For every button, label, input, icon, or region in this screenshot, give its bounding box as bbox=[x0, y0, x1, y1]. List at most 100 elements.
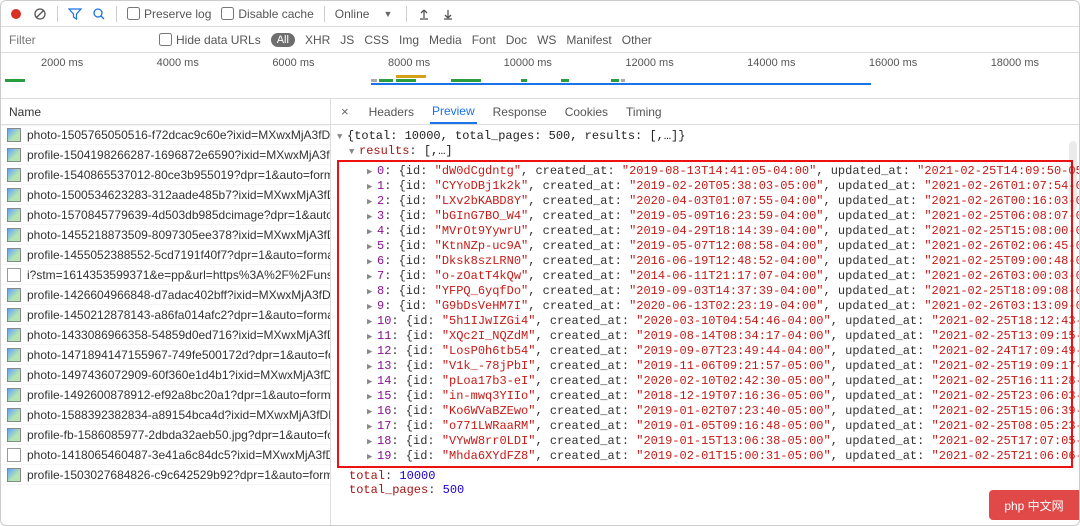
type-filter-media[interactable]: Media bbox=[429, 33, 462, 47]
block-icon[interactable] bbox=[33, 7, 47, 21]
tab-preview[interactable]: Preview bbox=[430, 100, 477, 124]
image-icon bbox=[7, 168, 21, 182]
image-icon bbox=[7, 408, 21, 422]
request-row[interactable]: profile-1540865537012-80ce3b955019?dpr=1… bbox=[1, 165, 330, 185]
tick: 10000 ms bbox=[504, 57, 552, 69]
disable-cache-checkbox[interactable]: Disable cache bbox=[221, 7, 313, 21]
watermark-badge: php 中文网 bbox=[989, 490, 1079, 520]
type-filter-doc[interactable]: Doc bbox=[506, 33, 527, 47]
request-name: photo-1433086966358-54859d0ed716?ixid=MX… bbox=[27, 328, 330, 342]
request-row[interactable]: photo-1500534623283-312aade485b7?ixid=MX… bbox=[1, 185, 330, 205]
disable-cache-label: Disable cache bbox=[238, 7, 313, 21]
tab-cookies[interactable]: Cookies bbox=[563, 101, 610, 123]
tick: 6000 ms bbox=[272, 57, 314, 69]
type-filter-js[interactable]: JS bbox=[340, 33, 354, 47]
request-name: profile-1450212878143-a86fa014afc2?dpr=1… bbox=[27, 308, 330, 322]
request-row[interactable]: photo-1455218873509-8097305ee378?ixid=MX… bbox=[1, 225, 330, 245]
detail-panel: × Headers Preview Response Cookies Timin… bbox=[331, 99, 1079, 525]
request-row[interactable]: photo-1418065460487-3e41a6c84dc5?ixid=MX… bbox=[1, 445, 330, 465]
tab-timing[interactable]: Timing bbox=[624, 101, 664, 123]
request-name: photo-1500534623283-312aade485b7?ixid=MX… bbox=[27, 188, 330, 202]
close-icon[interactable]: × bbox=[337, 104, 353, 119]
request-row[interactable]: photo-1433086966358-54859d0ed716?ixid=MX… bbox=[1, 325, 330, 345]
request-row[interactable]: profile-1426604966848-d7adac402bff?ixid=… bbox=[1, 285, 330, 305]
request-row[interactable]: profile-fb-1586085977-2dbda32aeb50.jpg?d… bbox=[1, 425, 330, 445]
type-filter-manifest[interactable]: Manifest bbox=[566, 33, 611, 47]
image-icon bbox=[7, 388, 21, 402]
chevron-down-icon[interactable]: ▼ bbox=[379, 9, 396, 19]
request-name: profile-1455052388552-5cd7191f40f7?dpr=1… bbox=[27, 248, 330, 262]
request-row[interactable]: profile-1492600878912-ef92a8bc20a1?dpr=1… bbox=[1, 385, 330, 405]
request-row[interactable]: profile-1455052388552-5cd7191f40f7?dpr=1… bbox=[1, 245, 330, 265]
request-row[interactable]: photo-1570845779639-4d503db985dcimage?dp… bbox=[1, 205, 330, 225]
request-row[interactable]: photo-1505765050516-f72dcac9c60e?ixid=MX… bbox=[1, 125, 330, 145]
type-filter-css[interactable]: CSS bbox=[364, 33, 389, 47]
search-icon[interactable] bbox=[92, 7, 106, 21]
type-filter-xhr[interactable]: XHR bbox=[305, 33, 330, 47]
image-icon bbox=[7, 248, 21, 262]
type-filter-font[interactable]: Font bbox=[472, 33, 496, 47]
request-row[interactable]: photo-1588392382834-a89154bca4d?ixid=MXw… bbox=[1, 405, 330, 425]
image-icon bbox=[7, 128, 21, 142]
upload-icon[interactable] bbox=[417, 7, 431, 21]
name-column-header[interactable]: Name bbox=[1, 99, 330, 125]
scrollbar[interactable] bbox=[1069, 141, 1077, 211]
preview-tree[interactable]: {total: 10000, total_pages: 500, results… bbox=[331, 125, 1079, 525]
request-list-panel: Name photo-1505765050516-f72dcac9c60e?ix… bbox=[1, 99, 331, 525]
request-name: profile-1540865537012-80ce3b955019?dpr=1… bbox=[27, 168, 330, 182]
type-filter-all[interactable]: All bbox=[271, 33, 295, 47]
image-icon bbox=[7, 348, 21, 362]
request-name: profile-1503027684826-c9c642529b92?dpr=1… bbox=[27, 468, 330, 482]
request-name: photo-1588392382834-a89154bca4d?ixid=MXw… bbox=[27, 408, 330, 422]
tick: 16000 ms bbox=[869, 57, 917, 69]
request-name: profile-1492600878912-ef92a8bc20a1?dpr=1… bbox=[27, 388, 330, 402]
separator bbox=[324, 6, 325, 22]
type-filter-list: XHR JS CSS Img Media Font Doc WS Manifes… bbox=[305, 33, 652, 47]
throttling-value: Online bbox=[335, 7, 370, 21]
request-name: photo-1455218873509-8097305ee378?ixid=MX… bbox=[27, 228, 330, 242]
request-list[interactable]: photo-1505765050516-f72dcac9c60e?ixid=MX… bbox=[1, 125, 330, 525]
tick: 18000 ms bbox=[991, 57, 1039, 69]
waterfall-overview[interactable]: 2000 ms 4000 ms 6000 ms 8000 ms 10000 ms… bbox=[1, 53, 1079, 99]
type-filter-ws[interactable]: WS bbox=[537, 33, 556, 47]
throttling-select[interactable]: Online bbox=[335, 7, 370, 21]
image-icon bbox=[7, 328, 21, 342]
request-name: profile-fb-1586085977-2dbda32aeb50.jpg?d… bbox=[27, 428, 330, 442]
hide-data-urls-label: Hide data URLs bbox=[176, 33, 261, 47]
separator bbox=[57, 6, 58, 22]
request-name: profile-1504198266287-1696872e6590?ixid=… bbox=[27, 148, 330, 162]
request-name: photo-1570845779639-4d503db985dcimage?dp… bbox=[27, 208, 330, 222]
request-row[interactable]: photo-1497436072909-60f360e1d4b1?ixid=MX… bbox=[1, 365, 330, 385]
hide-data-urls-checkbox[interactable] bbox=[159, 33, 172, 46]
tab-headers[interactable]: Headers bbox=[367, 101, 416, 123]
type-filter-img[interactable]: Img bbox=[399, 33, 419, 47]
request-row[interactable]: i?stm=1614353599371&e=pp&url=https%3A%2F… bbox=[1, 265, 330, 285]
tick: 4000 ms bbox=[157, 57, 199, 69]
image-icon bbox=[7, 368, 21, 382]
record-icon[interactable] bbox=[9, 7, 23, 21]
request-name: photo-1505765050516-f72dcac9c60e?ixid=MX… bbox=[27, 128, 330, 142]
preserve-log-checkbox[interactable]: Preserve log bbox=[127, 7, 211, 21]
request-name: photo-1497436072909-60f360e1d4b1?ixid=MX… bbox=[27, 368, 330, 382]
request-name: i?stm=1614353599371&e=pp&url=https%3A%2F… bbox=[27, 268, 330, 282]
tab-response[interactable]: Response bbox=[491, 101, 549, 123]
request-name: photo-1471894147155967-749fe500172d?dpr=… bbox=[27, 348, 330, 362]
request-row[interactable]: profile-1504198266287-1696872e6590?ixid=… bbox=[1, 145, 330, 165]
filter-input[interactable] bbox=[9, 33, 149, 47]
image-icon bbox=[7, 288, 21, 302]
tick: 2000 ms bbox=[41, 57, 83, 69]
preserve-log-label: Preserve log bbox=[144, 7, 211, 21]
download-icon[interactable] bbox=[441, 7, 455, 21]
tick: 12000 ms bbox=[625, 57, 673, 69]
request-row[interactable]: profile-1503027684826-c9c642529b92?dpr=1… bbox=[1, 465, 330, 485]
image-icon bbox=[7, 228, 21, 242]
request-name: profile-1426604966848-d7adac402bff?ixid=… bbox=[27, 288, 330, 302]
document-icon bbox=[7, 448, 21, 462]
separator bbox=[116, 6, 117, 22]
image-icon bbox=[7, 428, 21, 442]
request-row[interactable]: profile-1450212878143-a86fa014afc2?dpr=1… bbox=[1, 305, 330, 325]
filter-bar: Hide data URLs All XHR JS CSS Img Media … bbox=[1, 27, 1079, 53]
request-row[interactable]: photo-1471894147155967-749fe500172d?dpr=… bbox=[1, 345, 330, 365]
filter-icon[interactable] bbox=[68, 7, 82, 21]
type-filter-other[interactable]: Other bbox=[622, 33, 652, 47]
